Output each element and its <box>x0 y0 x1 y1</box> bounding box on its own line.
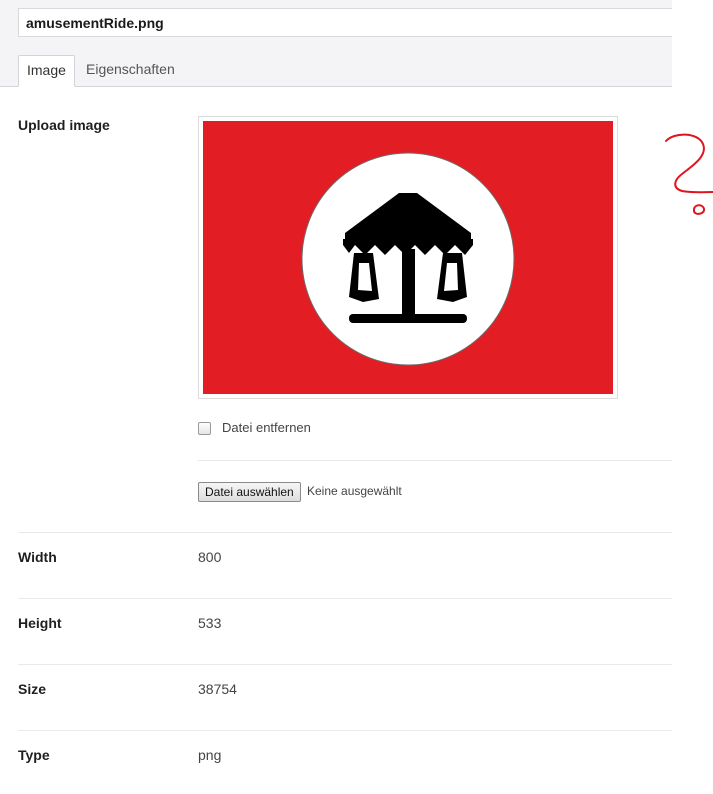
choose-file-button[interactable]: Datei auswählen <box>198 482 301 502</box>
filename-input[interactable] <box>18 8 672 37</box>
width-label: Width <box>18 549 57 565</box>
tab-image[interactable]: Image <box>18 55 75 87</box>
divider <box>18 598 672 599</box>
remove-file-label[interactable]: Datei entfernen <box>222 420 311 435</box>
question-mark-scribble-icon <box>665 133 713 215</box>
size-label: Size <box>18 681 47 697</box>
image-edit-page: Image Eigenschaften Upload image <box>0 0 713 794</box>
upload-image-label: Upload image <box>18 117 110 133</box>
type-value: png <box>198 747 222 763</box>
image-preview <box>198 116 618 399</box>
height-label: Height <box>18 615 62 631</box>
tab-eigenschaften[interactable]: Eigenschaften <box>78 55 183 86</box>
width-value: 800 <box>198 549 222 565</box>
divider <box>18 532 672 533</box>
carousel-preview-image <box>203 121 613 394</box>
editor-header: Image Eigenschaften <box>0 0 672 87</box>
remove-file-checkbox[interactable] <box>198 422 211 435</box>
size-value: 38754 <box>198 681 237 697</box>
divider <box>18 664 672 665</box>
height-value: 533 <box>198 615 222 631</box>
divider <box>198 460 672 461</box>
file-status-text: Keine ausgewählt <box>307 484 402 498</box>
type-label: Type <box>18 747 50 763</box>
divider <box>18 730 672 731</box>
